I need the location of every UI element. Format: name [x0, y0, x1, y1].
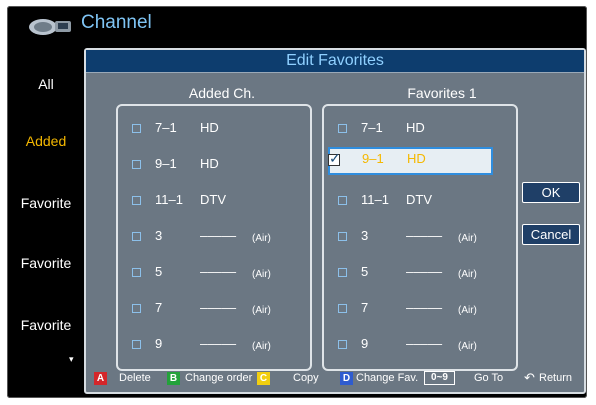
channel-name: HD — [200, 156, 219, 171]
checkbox[interactable] — [338, 304, 347, 313]
edit-favorites-dialog: Edit Favorites Added Ch. Favorites 1 7–1… — [84, 48, 586, 394]
channel-number: 9–1 — [362, 151, 384, 166]
checkbox[interactable] — [132, 232, 141, 241]
channel-tag: (Air) — [252, 305, 271, 316]
channel-number: 7 — [361, 300, 369, 315]
list-item[interactable]: 9 ––––– (Air) — [334, 332, 506, 360]
list-item[interactable]: 3 ––––– (Air) — [334, 224, 506, 252]
copy-label: Copy — [293, 372, 319, 384]
checkbox[interactable] — [338, 268, 347, 277]
return-label: Return — [539, 372, 573, 384]
yellow-key-icon[interactable]: C — [257, 372, 270, 385]
channel-name: HD — [200, 120, 219, 135]
channel-number: 9 — [155, 336, 163, 351]
checkbox[interactable] — [338, 340, 347, 349]
list-item[interactable]: 7 ––––– (Air) — [334, 296, 506, 324]
checkbox[interactable] — [132, 124, 141, 133]
dialog-title-bar: Edit Favorites — [86, 50, 584, 73]
channel-tag: (Air) — [252, 269, 271, 280]
channel-name: DTV — [200, 192, 226, 207]
list-item[interactable]: 11–1 DTV — [334, 188, 506, 216]
channel-name: HD — [406, 120, 425, 135]
checkbox[interactable] — [132, 160, 141, 169]
cancel-button[interactable]: Cancel — [522, 224, 580, 245]
channel-tag: (Air) — [458, 233, 477, 244]
list-item[interactable]: 9–1 HD — [128, 152, 300, 180]
channel-name: ––––– — [406, 300, 443, 315]
header-title: Channel — [81, 12, 152, 33]
change-fav-label: Change Fav. — [356, 372, 419, 384]
sidebar-item-added[interactable]: Added — [7, 133, 85, 149]
channel-number: 11–1 — [361, 192, 389, 207]
channel-tag: (Air) — [252, 341, 271, 352]
channel-tag: (Air) — [458, 341, 477, 352]
satellite-icon — [25, 14, 75, 38]
sidebar-item-favorite-2[interactable]: Favorite — [7, 255, 85, 271]
change-order-label: Change order — [185, 372, 253, 384]
channel-name: ––––– — [200, 300, 237, 315]
checkbox[interactable] — [132, 340, 141, 349]
checkbox[interactable] — [132, 268, 141, 277]
channel-name: ––––– — [406, 336, 443, 351]
list-item-selected[interactable]: ✓ 9–1 HD — [328, 147, 493, 175]
checkbox-checked[interactable]: ✓ — [328, 150, 341, 166]
channel-tag: (Air) — [458, 305, 477, 316]
channel-number: 7–1 — [361, 120, 383, 135]
list-item[interactable]: 9 ––––– (Air) — [128, 332, 300, 360]
checkbox[interactable] — [132, 304, 141, 313]
channel-name: ––––– — [200, 228, 237, 243]
channel-tag: (Air) — [458, 269, 477, 280]
channel-number: 5 — [361, 264, 369, 279]
list-item[interactable]: 7–1 HD — [334, 116, 506, 144]
tv-screen: Channel All Added Favorite Favorite Favo… — [7, 6, 587, 398]
return-icon[interactable]: ↶ — [524, 370, 535, 386]
added-channels-header: Added Ch. — [188, 85, 256, 101]
green-key-icon[interactable]: B — [167, 372, 180, 385]
sidebar-item-favorite-3[interactable]: Favorite — [7, 317, 85, 333]
channel-number: 9 — [361, 336, 369, 351]
channel-number: 9–1 — [155, 156, 177, 171]
favorites-header: Favorites 1 — [407, 85, 477, 101]
number-keys-icon[interactable]: 0~9 — [424, 371, 455, 385]
channel-number: 7–1 — [155, 120, 177, 135]
go-to-label: Go To — [474, 372, 504, 384]
sidebar-item-all[interactable]: All — [7, 76, 85, 92]
dialog-title: Edit Favorites — [286, 52, 384, 69]
delete-label: Delete — [119, 372, 151, 384]
channel-name: DTV — [406, 192, 432, 207]
blue-key-icon[interactable]: D — [340, 372, 353, 385]
list-item[interactable]: 11–1 DTV — [128, 188, 300, 216]
checkbox[interactable] — [338, 124, 347, 133]
channel-number: 3 — [155, 228, 163, 243]
list-item[interactable]: 7–1 HD — [128, 116, 300, 144]
ok-button[interactable]: OK — [522, 182, 580, 203]
channel-name: ––––– — [200, 336, 237, 351]
channel-number: 7 — [155, 300, 163, 315]
list-item[interactable]: 7 ––––– (Air) — [128, 296, 300, 324]
channel-number: 5 — [155, 264, 163, 279]
favorites-list[interactable]: 7–1 HD ✓ 9–1 HD 11–1 DTV 3 ––––– (Air) 5… — [322, 104, 518, 371]
checkbox[interactable] — [338, 196, 347, 205]
channel-number: 3 — [361, 228, 369, 243]
header: Channel — [7, 6, 587, 42]
checkbox[interactable] — [338, 232, 347, 241]
checkmark-icon: ✓ — [329, 150, 341, 166]
sidebar-item-favorite-1[interactable]: Favorite — [7, 195, 85, 211]
scroll-down-icon[interactable]: ▾ — [69, 354, 74, 365]
checkbox[interactable] — [132, 196, 141, 205]
channel-number: 11–1 — [155, 192, 183, 207]
channel-name: ––––– — [406, 264, 443, 279]
channel-tag: (Air) — [252, 233, 271, 244]
red-key-icon[interactable]: A — [94, 372, 107, 385]
channel-name: ––––– — [200, 264, 237, 279]
footer-key-guide: A Delete B Change order C Copy D Change … — [7, 366, 587, 398]
channel-name: ––––– — [406, 228, 443, 243]
channel-name: HD — [407, 151, 426, 166]
list-item[interactable]: 3 ––––– (Air) — [128, 224, 300, 252]
added-channels-list[interactable]: 7–1 HD 9–1 HD 11–1 DTV 3 ––––– (Air) 5 –… — [116, 104, 312, 371]
list-item[interactable]: 5 ––––– (Air) — [128, 260, 300, 288]
list-item[interactable]: 5 ––––– (Air) — [334, 260, 506, 288]
